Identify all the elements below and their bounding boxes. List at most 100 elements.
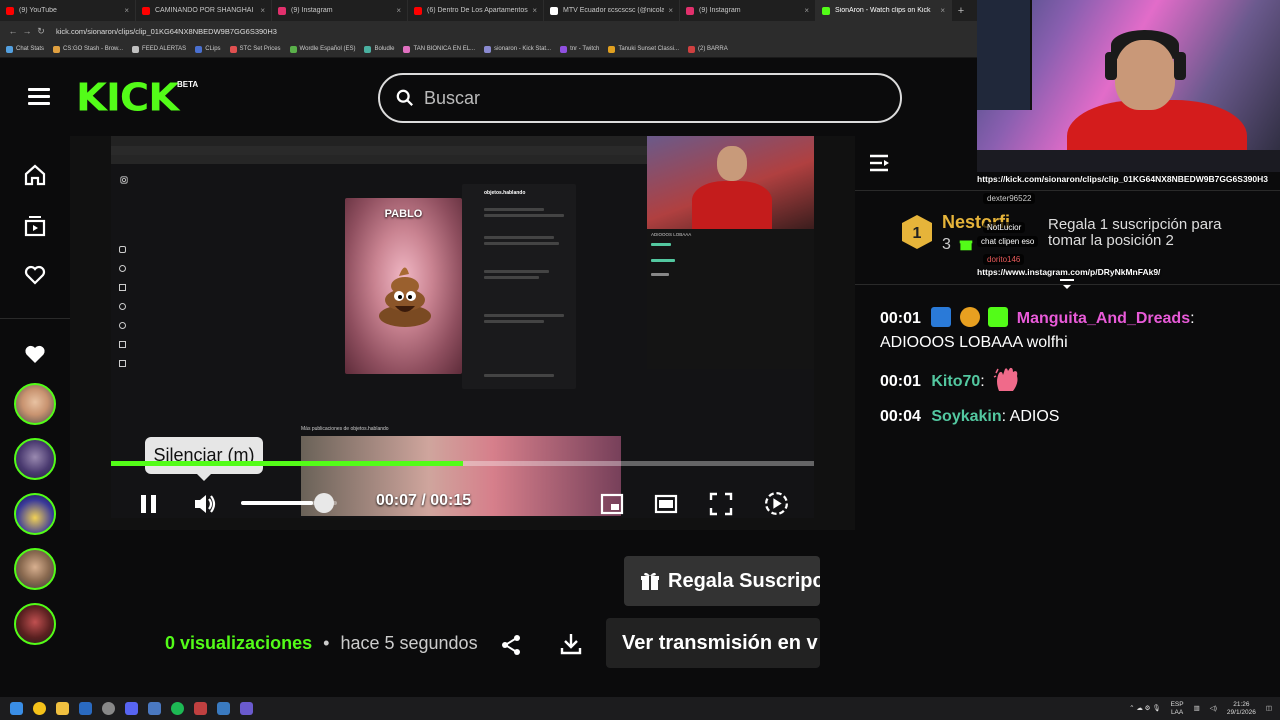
steam-icon[interactable] xyxy=(79,702,92,715)
browser-tab[interactable]: (9) Instagram × xyxy=(272,0,408,21)
home-icon[interactable] xyxy=(23,163,47,187)
leader-count-value: 3 xyxy=(942,236,951,253)
pause-icon[interactable] xyxy=(138,493,160,515)
browser-tab[interactable]: MTV Ecuador ɛcscscsc (@nicolasd × xyxy=(544,0,680,21)
watch-stream-button[interactable]: Ver transmisión en v xyxy=(606,618,820,668)
tab-close-icon[interactable]: × xyxy=(532,6,537,15)
files-icon[interactable] xyxy=(56,702,69,715)
tab-close-icon[interactable]: × xyxy=(804,6,809,15)
chat-message-2: 00:01 Kito70: xyxy=(880,367,1270,394)
menu-icon[interactable] xyxy=(28,88,50,106)
back-icon[interactable]: ← xyxy=(6,26,20,36)
app-icon-2[interactable] xyxy=(148,702,161,715)
gift-subscription-button[interactable]: Regala Suscripc xyxy=(624,556,820,606)
url-text[interactable]: kick.com/sionaron/clips/clip_01KG64NX8NB… xyxy=(56,27,277,36)
screen: (9) YouTube × CAMINANDO POR SHANGHAI × (9) I… xyxy=(0,0,1280,720)
channel-avatar-1[interactable] xyxy=(14,383,56,425)
bookmark-item[interactable]: FEED ALERTAS xyxy=(132,45,187,53)
share-icon[interactable] xyxy=(500,634,522,656)
progress-bar[interactable] xyxy=(111,461,814,466)
collapse-chat-icon[interactable] xyxy=(868,152,892,174)
tab-favicon-icon xyxy=(822,6,830,15)
download-icon[interactable] xyxy=(559,632,583,656)
channel-avatar-2[interactable] xyxy=(14,438,56,480)
tab-close-icon[interactable]: × xyxy=(260,6,265,15)
settings-icon[interactable] xyxy=(763,490,790,517)
clock[interactable]: 21:26 29/1/2026 xyxy=(1227,701,1256,717)
forward-icon[interactable]: → xyxy=(20,26,34,36)
channel-avatar-3[interactable] xyxy=(14,493,56,535)
volume-knob[interactable] xyxy=(314,493,334,513)
leaderboard-collapse-icon[interactable] xyxy=(1058,278,1076,292)
tab-close-icon[interactable]: × xyxy=(668,6,673,15)
browser-tab[interactable]: (9) Instagram × xyxy=(680,0,816,21)
spotify-icon[interactable] xyxy=(171,702,184,715)
browser-tab[interactable]: SionAron - Watch clips on Kick × xyxy=(816,0,952,21)
bookmark-item[interactable]: tnr - Twitch xyxy=(560,45,599,53)
bookmark-item[interactable]: TAN BIONICA EN EL... xyxy=(403,45,475,53)
chat-separator: : xyxy=(1190,310,1195,327)
network-icon[interactable]: ▥ xyxy=(1194,705,1200,713)
volume-icon[interactable] xyxy=(192,491,218,517)
bookmark-item[interactable]: Wordle Español (ES) xyxy=(289,45,356,53)
browser-tab[interactable]: (9) YouTube × xyxy=(0,0,136,21)
speaker-icon[interactable]: ◁) xyxy=(1210,705,1217,713)
reload-icon[interactable]: ↻ xyxy=(34,26,48,37)
poop-character-icon xyxy=(379,267,431,327)
bookmark-favicon-icon xyxy=(53,45,61,53)
tab-close-icon[interactable]: × xyxy=(396,6,401,15)
search-placeholder: Buscar xyxy=(424,87,481,108)
bookmark-label: CS:GO Stash - Brow... xyxy=(63,46,124,52)
channel-avatar-4[interactable] xyxy=(14,548,56,590)
tab-favicon-icon xyxy=(686,6,694,15)
keyboard-language[interactable]: ESP LAA xyxy=(1171,701,1184,717)
video-ig-nav xyxy=(119,246,127,379)
theater-mode-icon[interactable] xyxy=(654,492,678,516)
bookmark-item[interactable]: CLips xyxy=(195,45,221,53)
tab-close-icon[interactable]: × xyxy=(124,6,129,15)
tray-icons[interactable]: ⌃ ☁ ⚙ 🎙 xyxy=(1129,705,1160,713)
bookmark-item[interactable]: sionaron - Kick Stat... xyxy=(484,45,551,53)
browser-tab[interactable]: CAMINANDO POR SHANGHAI × xyxy=(136,0,272,21)
bookmark-favicon-icon xyxy=(6,45,13,53)
meta-separator: • xyxy=(323,633,330,653)
fullscreen-icon[interactable] xyxy=(709,492,733,516)
bookmark-item[interactable]: Tanuki Sunset Classi... xyxy=(608,45,679,53)
app-icon-1[interactable] xyxy=(102,702,115,715)
browse-icon[interactable] xyxy=(23,214,47,238)
start-icon[interactable] xyxy=(10,702,23,715)
chat-username[interactable]: Manguita_And_Dreads xyxy=(1017,310,1190,327)
bookmark-item[interactable]: STC Set Prices xyxy=(229,45,281,53)
bookmark-label: Chat Stats xyxy=(16,46,45,52)
browser-tab-bar: (9) YouTube × CAMINANDO POR SHANGHAI × (9) I… xyxy=(0,0,977,21)
app-icon-3[interactable] xyxy=(194,702,207,715)
tab-label: (9) YouTube xyxy=(19,7,57,14)
chat-message-1: 00:01 Manguita_And_Dreads: ADIOOOS LOBAA… xyxy=(880,307,1270,355)
bookmark-item[interactable]: (2) BARRA xyxy=(688,45,728,53)
browser-tab[interactable]: (6) Dentro De Los Apartamentos × xyxy=(408,0,544,21)
gift-icon xyxy=(641,572,659,590)
tab-close-icon[interactable]: × xyxy=(940,6,945,15)
miniplayer-icon[interactable] xyxy=(600,492,624,516)
chrome-icon[interactable] xyxy=(33,702,46,715)
rail-divider xyxy=(0,318,70,319)
new-tab-button[interactable]: + xyxy=(952,5,970,17)
channel-avatar-5[interactable] xyxy=(14,603,56,645)
bookmark-item[interactable]: Boludle xyxy=(364,45,394,53)
bookmark-item[interactable]: CS:GO Stash - Brow... xyxy=(53,45,124,53)
tab-label: (9) Instagram xyxy=(699,7,741,14)
search-input[interactable]: Buscar xyxy=(378,73,902,123)
tab-favicon-icon xyxy=(142,6,150,15)
app-icon-5[interactable] xyxy=(240,702,253,715)
bookmark-label: Wordle Español (ES) xyxy=(299,46,356,52)
discord-icon[interactable] xyxy=(125,702,138,715)
chat-username[interactable]: Kito70 xyxy=(931,373,980,390)
search-icon xyxy=(396,89,413,106)
following-icon[interactable] xyxy=(23,263,47,287)
app-icon-4[interactable] xyxy=(217,702,230,715)
bookmark-label: FEED ALERTAS xyxy=(142,46,187,52)
bookmark-item[interactable]: Chat Stats xyxy=(6,45,45,53)
notification-icon[interactable]: ◫ xyxy=(1266,705,1272,713)
kick-logo[interactable]: KICK xyxy=(76,79,179,117)
chat-username[interactable]: Soykakin xyxy=(931,408,1001,425)
